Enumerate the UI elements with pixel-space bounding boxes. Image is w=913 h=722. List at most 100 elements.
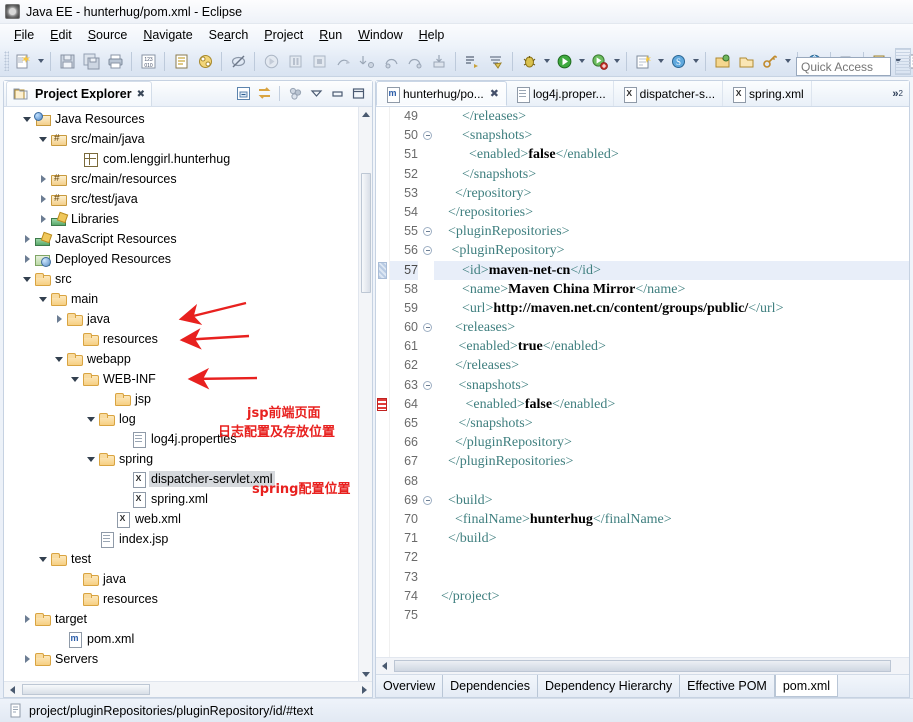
chevron-down-icon[interactable] (84, 449, 98, 469)
chevron-right-icon[interactable] (52, 309, 66, 329)
code-folding-column[interactable] (422, 107, 434, 657)
chevron-right-icon[interactable] (20, 249, 34, 269)
code-line[interactable]: </pluginRepositories> (434, 452, 909, 471)
menu-window[interactable]: Window (350, 26, 410, 44)
new-jsp-icon[interactable] (170, 50, 192, 72)
menu-search[interactable]: Search (201, 26, 257, 44)
pom-page-tab[interactable]: Effective POM (680, 675, 775, 697)
collapse-all-icon[interactable] (234, 85, 252, 103)
tree-item[interactable]: Deployed Resources (4, 249, 358, 269)
chevron-down-icon[interactable] (68, 369, 82, 389)
tree-horizontal-scrollbar[interactable] (4, 681, 372, 697)
collapse-minus-icon[interactable] (423, 495, 432, 505)
scroll-left-icon[interactable] (4, 682, 20, 698)
tree-item[interactable]: test (4, 549, 358, 569)
pom-page-tab[interactable]: pom.xml (774, 675, 839, 697)
step-icon[interactable] (332, 50, 354, 72)
code-line[interactable]: <id>maven-net-cn</id> (434, 260, 909, 280)
print-icon[interactable] (104, 50, 126, 72)
new-annotation-icon[interactable]: S (667, 50, 689, 72)
tree-item[interactable]: Java Resources (4, 109, 358, 129)
pom-page-tab[interactable]: Dependency Hierarchy (538, 675, 681, 697)
fold-toggle-icon[interactable] (422, 241, 434, 260)
menu-help[interactable]: Help (411, 26, 453, 44)
pause-icon[interactable] (284, 50, 306, 72)
save-icon[interactable] (56, 50, 78, 72)
tree-item[interactable]: com.lenggirl.hunterhug (4, 149, 358, 169)
chevron-down-icon[interactable] (52, 349, 66, 369)
tree-item[interactable]: webapp (4, 349, 358, 369)
menu-source[interactable]: Source (80, 26, 136, 44)
link-with-editor-icon[interactable] (255, 85, 273, 103)
no-markers-icon[interactable] (227, 50, 249, 72)
key-icon[interactable] (759, 50, 781, 72)
tree-item[interactable]: log (4, 409, 358, 429)
view-dropdown-icon[interactable] (307, 85, 325, 103)
quick-access-input[interactable] (796, 57, 891, 76)
save-all-icon[interactable] (80, 50, 102, 72)
pom-page-tab[interactable]: Overview (376, 675, 444, 697)
chevron-right-icon[interactable] (20, 609, 34, 629)
fold-toggle-icon[interactable] (422, 491, 434, 510)
project-tree[interactable]: Java Resources src/main/java com.lenggirl.… (4, 107, 358, 697)
editor-horizontal-scrollbar[interactable] (376, 657, 909, 674)
editor-tab[interactable]: log4j.proper... (507, 81, 614, 106)
code-line[interactable]: </snapshots> (434, 165, 909, 184)
chevron-right-icon[interactable] (36, 169, 50, 189)
tree-item[interactable]: pom.xml (4, 629, 358, 649)
new-java-project-icon[interactable] (632, 50, 654, 72)
code-line[interactable]: <releases> (434, 318, 909, 337)
source-lines[interactable]: </releases> <snapshots> <enabled>false</… (434, 107, 909, 657)
fold-toggle-icon[interactable] (422, 222, 434, 241)
editor-tab[interactable]: hunterhug/po... ✖ (376, 81, 507, 106)
close-icon[interactable]: ✖ (490, 87, 499, 100)
chevron-right-icon[interactable] (36, 209, 50, 229)
tree-item[interactable]: log4j.properties (4, 429, 358, 449)
code-line[interactable]: <enabled>true</enabled> (434, 337, 909, 356)
tree-item[interactable]: dispatcher-servlet.xml (4, 469, 358, 489)
editor-tab[interactable]: dispatcher-s... (614, 81, 724, 106)
chevron-right-icon[interactable] (20, 229, 34, 249)
code-line[interactable]: </releases> (434, 356, 909, 375)
editor-tab-overflow[interactable]: » 2 (892, 81, 909, 106)
code-line[interactable]: </project> (434, 587, 909, 606)
new-dropdown-arrow[interactable] (35, 50, 46, 72)
scroll-right-icon[interactable] (356, 682, 372, 698)
start-server-icon[interactable] (260, 50, 282, 72)
drop-to-frame-icon[interactable] (428, 50, 450, 72)
tree-item[interactable]: resources (4, 589, 358, 609)
tab-project-explorer[interactable]: Project Explorer ✖ (6, 81, 152, 106)
code-line[interactable] (434, 568, 909, 587)
menu-project[interactable]: Project (256, 26, 311, 44)
fold-toggle-icon[interactable] (422, 318, 434, 337)
code-editor[interactable]: 49 50 51 52 53 54 55 56 57 58 59 60 61 62 63 64 65 66 67 68… (376, 107, 909, 657)
collapse-minus-icon[interactable] (423, 131, 432, 141)
minimize-view-icon[interactable] (328, 85, 346, 103)
chevron-right-icon[interactable] (20, 649, 34, 669)
editor-tab[interactable]: spring.xml (723, 81, 812, 106)
editor-scroll-left-icon[interactable] (376, 658, 392, 674)
close-icon[interactable]: ✖ (137, 89, 145, 100)
new-wizard-icon[interactable] (12, 50, 34, 72)
tree-item[interactable]: target (4, 609, 358, 629)
tree-vscroll-thumb[interactable] (361, 173, 371, 293)
view-menu-icon[interactable] (286, 85, 304, 103)
toggle-numbers-icon[interactable]: 123 010 (137, 50, 159, 72)
tree-vertical-scrollbar[interactable] (358, 107, 372, 681)
chevron-down-icon[interactable] (36, 549, 50, 569)
perspective-switcher[interactable] (895, 48, 911, 75)
code-line[interactable]: <pluginRepositories> (434, 222, 909, 241)
tree-item[interactable]: spring.xml (4, 489, 358, 509)
step-return-icon[interactable] (404, 50, 426, 72)
run-icon[interactable] (553, 50, 575, 72)
open-perspective-icon[interactable] (711, 50, 733, 72)
tree-hscroll-thumb[interactable] (22, 684, 150, 695)
run-dropdown-arrow[interactable] (576, 50, 587, 72)
collapse-minus-icon[interactable] (423, 323, 432, 333)
tree-item[interactable]: src/main/resources (4, 169, 358, 189)
tree-item[interactable]: java (4, 309, 358, 329)
chevron-down-icon[interactable] (84, 409, 98, 429)
chevron-right-icon[interactable] (36, 189, 50, 209)
debug-icon[interactable] (518, 50, 540, 72)
menu-navigate[interactable]: Navigate (135, 26, 200, 44)
